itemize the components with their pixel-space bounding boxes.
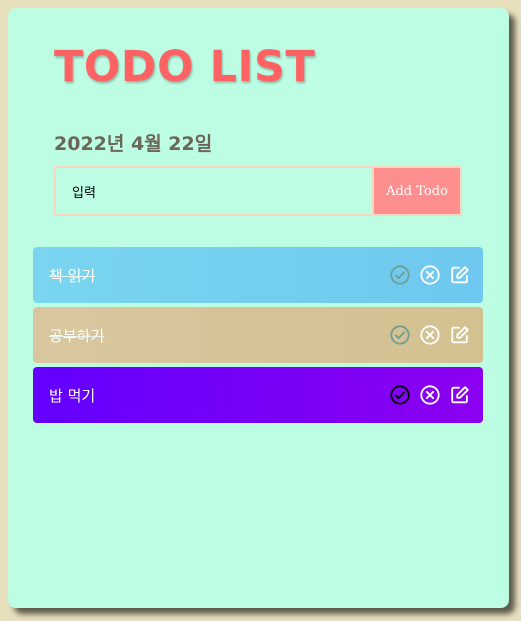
- todo-form: Add Todo: [54, 166, 462, 216]
- edit-icon[interactable]: [449, 264, 471, 286]
- todo-text: 밥 먹기: [49, 386, 96, 405]
- todo-list: 책 읽기 공부하기 밥 먹기: [33, 247, 483, 427]
- page-title: TODO LIST: [54, 42, 316, 92]
- todo-actions: [389, 384, 471, 406]
- date-label: 2022년 4월 22일: [54, 133, 213, 155]
- add-todo-button[interactable]: Add Todo: [374, 166, 462, 216]
- edit-icon[interactable]: [449, 384, 471, 406]
- todo-actions: [389, 264, 471, 286]
- todo-text: 공부하기: [49, 326, 105, 345]
- todo-actions: [389, 324, 471, 346]
- check-circle-icon[interactable]: [389, 384, 411, 406]
- edit-icon[interactable]: [449, 324, 471, 346]
- x-circle-icon[interactable]: [419, 264, 441, 286]
- x-circle-icon[interactable]: [419, 324, 441, 346]
- check-circle-icon[interactable]: [389, 264, 411, 286]
- todo-input[interactable]: [54, 166, 374, 216]
- todo-item: 공부하기: [33, 307, 483, 363]
- todo-item: 책 읽기: [33, 247, 483, 303]
- todo-text: 책 읽기: [49, 266, 96, 285]
- x-circle-icon[interactable]: [419, 384, 441, 406]
- todo-card: TODO LIST 2022년 4월 22일 Add Todo 책 읽기: [8, 8, 509, 608]
- todo-item: 밥 먹기: [33, 367, 483, 423]
- check-circle-icon[interactable]: [389, 324, 411, 346]
